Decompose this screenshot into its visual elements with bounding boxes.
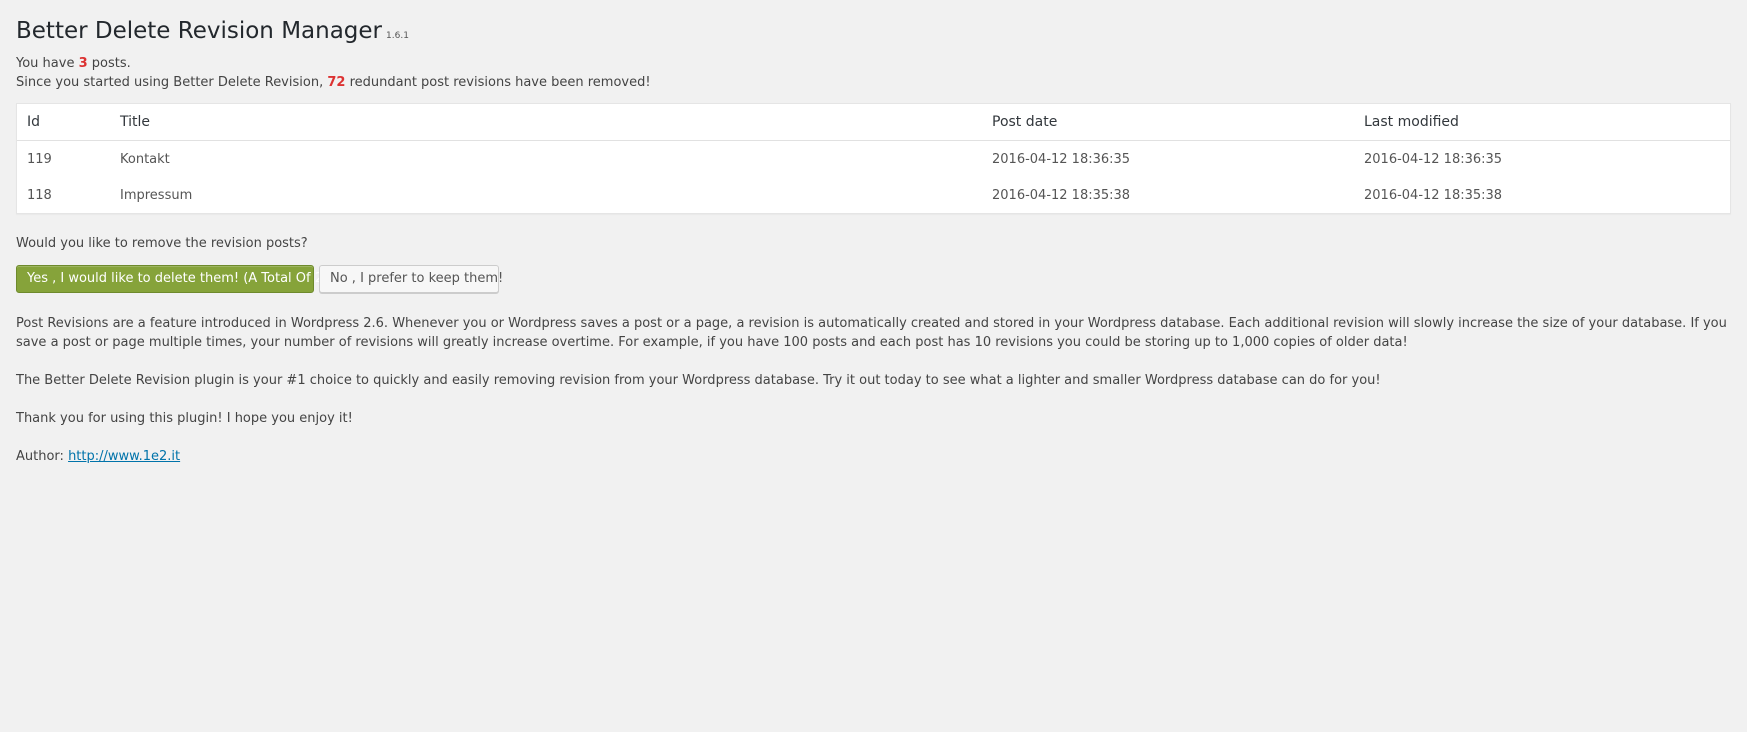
posts-prefix: You have bbox=[16, 56, 79, 71]
action-buttons: Yes , I would like to delete them! (A To… bbox=[16, 265, 1731, 293]
column-header-id: Id bbox=[17, 104, 110, 141]
posts-count-line: You have 3 posts. bbox=[16, 54, 1731, 73]
cell-id: 119 bbox=[27, 151, 52, 167]
posts-suffix: posts. bbox=[87, 56, 131, 71]
cell-post-date: 2016-04-12 18:36:35 bbox=[992, 151, 1131, 167]
removed-count-line: Since you started using Better Delete Re… bbox=[16, 73, 1731, 92]
description-paragraph-1: Post Revisions are a feature introduced … bbox=[16, 316, 1727, 350]
description-paragraph-2: The Better Delete Revision plugin is you… bbox=[16, 373, 1381, 388]
posts-count: 3 bbox=[78, 56, 88, 71]
remove-question: Would you like to remove the revision po… bbox=[16, 236, 308, 251]
table-row: 118 Impressum 2016-04-12 18:35:38 2016-0… bbox=[17, 177, 1730, 213]
plugin-page: Better Delete Revision Manager 1.6.1 You … bbox=[0, 0, 1747, 466]
table-header-row: Id Title Post date Last modified bbox=[17, 104, 1730, 141]
author-label: Author: bbox=[16, 449, 69, 464]
description-block: Post Revisions are a feature introduced … bbox=[16, 314, 1731, 466]
revisions-table-container: Id Title Post date Last modified 119 Kon… bbox=[16, 103, 1731, 214]
cell-last-modified: 2016-04-12 18:36:35 bbox=[1364, 151, 1503, 167]
removed-suffix: redundant post revisions have been remov… bbox=[345, 75, 651, 90]
author-line: Author: http://www.1e2.it bbox=[16, 447, 1731, 466]
cell-title: Kontakt bbox=[120, 151, 170, 167]
cell-title: Impressum bbox=[120, 187, 193, 203]
removed-prefix: Since you started using Better Delete Re… bbox=[16, 75, 328, 90]
page-title-text: Better Delete Revision Manager bbox=[16, 18, 383, 44]
cell-id: 118 bbox=[27, 187, 52, 203]
revisions-table: Id Title Post date Last modified 119 Kon… bbox=[17, 104, 1730, 213]
column-header-post-date: Post date bbox=[982, 104, 1354, 141]
column-header-last-modified: Last modified bbox=[1354, 104, 1730, 141]
keep-revisions-button[interactable]: No , I prefer to keep them! bbox=[319, 265, 503, 293]
cell-post-date: 2016-04-12 18:35:38 bbox=[992, 187, 1131, 203]
removed-count: 72 bbox=[327, 75, 346, 90]
stats-block: You have 3 posts. Since you started usin… bbox=[16, 54, 1731, 92]
cell-last-modified: 2016-04-12 18:35:38 bbox=[1364, 187, 1503, 203]
delete-revisions-button[interactable]: Yes , I would like to delete them! (A To… bbox=[16, 265, 328, 293]
author-link[interactable]: http://www.1e2.it bbox=[68, 449, 180, 464]
version-label: 1.6.1 bbox=[386, 31, 409, 41]
table-row: 119 Kontakt 2016-04-12 18:36:35 2016-04-… bbox=[17, 141, 1730, 178]
page-title: Better Delete Revision Manager 1.6.1 bbox=[16, 0, 1731, 46]
column-header-title: Title bbox=[110, 104, 982, 141]
thank-you-text: Thank you for using this plugin! I hope … bbox=[16, 411, 353, 426]
